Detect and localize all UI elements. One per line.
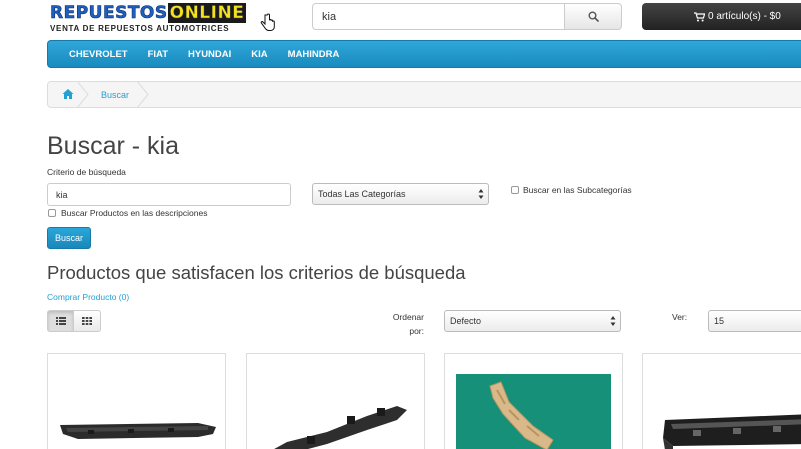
limit-label: Ver: — [672, 312, 688, 322]
select-arrows-icon — [610, 316, 616, 326]
cart-label: 0 artículo(s) - $0 — [708, 11, 781, 22]
page: REPUESTOS ONLINE VENTA DE REPUESTOS AUTOM… — [0, 0, 801, 449]
descriptions-label: Buscar Productos en las descripciones — [61, 208, 208, 218]
product-image — [663, 414, 801, 449]
grid-view-button[interactable] — [74, 310, 101, 332]
cart-icon — [694, 11, 705, 21]
sort-select-value: Defecto — [450, 316, 482, 326]
list-view-button[interactable] — [47, 310, 74, 332]
search-input[interactable] — [312, 3, 565, 30]
search-submit-button[interactable]: Buscar — [47, 227, 91, 249]
criteria-label: Criterio de búsqueda — [47, 167, 126, 177]
cart-button[interactable]: 0 artículo(s) - $0 — [642, 3, 801, 30]
site-logo[interactable]: REPUESTOS ONLINE VENTA DE REPUESTOS AUTOM… — [50, 3, 290, 35]
subcategories-label: Buscar en las Subcategorías — [523, 185, 632, 195]
product-image — [456, 374, 611, 449]
subcategories-checkbox[interactable] — [511, 186, 519, 194]
header-search — [312, 3, 622, 30]
nav-item-fiat[interactable]: FIAT — [138, 49, 178, 60]
logo-word-1: REPUESTOS — [50, 3, 168, 23]
criteria-input[interactable] — [47, 183, 291, 206]
product-card[interactable] — [642, 353, 801, 449]
logo-word-2: ONLINE — [167, 3, 247, 23]
product-card[interactable] — [246, 353, 425, 449]
home-icon[interactable] — [62, 88, 74, 100]
product-image — [60, 423, 216, 439]
sort-label-line-1: Ordenar — [392, 312, 424, 322]
product-card[interactable] — [47, 353, 226, 449]
nav-item-chevrolet[interactable]: CHEVROLET — [59, 49, 138, 60]
list-icon — [55, 317, 66, 325]
category-select[interactable]: Todas Las Categorías — [312, 183, 489, 205]
descriptions-checkbox[interactable] — [48, 209, 56, 217]
search-icon — [588, 11, 599, 22]
sort-select[interactable]: Defecto — [444, 310, 621, 332]
results-title: Productos que satisfacen los criterios d… — [47, 262, 466, 283]
nav-item-kia[interactable]: KIA — [241, 49, 277, 60]
search-button[interactable] — [565, 3, 622, 30]
limit-select-value: 15 — [714, 316, 725, 326]
product-card[interactable] — [444, 353, 623, 449]
select-arrows-icon — [478, 189, 484, 199]
sort-label-line-2: por: — [409, 326, 424, 336]
nav-item-mahindra[interactable]: MAHINDRA — [278, 49, 350, 60]
grid-icon — [82, 317, 92, 325]
compare-products-link[interactable]: Comprar Producto (0) — [47, 292, 129, 302]
breadcrumb-search-link[interactable]: Buscar — [101, 90, 129, 100]
logo-text: REPUESTOS ONLINE — [50, 3, 290, 23]
nav-item-hyundai[interactable]: HYUNDAI — [178, 49, 241, 60]
breadcrumb-separator — [136, 81, 149, 108]
pointer-hand-icon — [260, 13, 275, 31]
limit-select[interactable]: 15 — [708, 310, 801, 332]
main-nav: CHEVROLET FIAT HYUNDAI KIA MAHINDRA — [47, 40, 801, 68]
product-image — [274, 406, 407, 449]
page-title: Buscar - kia — [47, 132, 179, 160]
category-select-value: Todas Las Categorías — [318, 189, 406, 199]
logo-tagline: VENTA DE REPUESTOS AUTOMOTRICES — [50, 24, 230, 33]
breadcrumb: Buscar — [47, 81, 801, 108]
view-toggle — [47, 310, 101, 332]
breadcrumb-separator — [76, 81, 89, 108]
sort-label: Ordenar por: — [380, 310, 424, 338]
